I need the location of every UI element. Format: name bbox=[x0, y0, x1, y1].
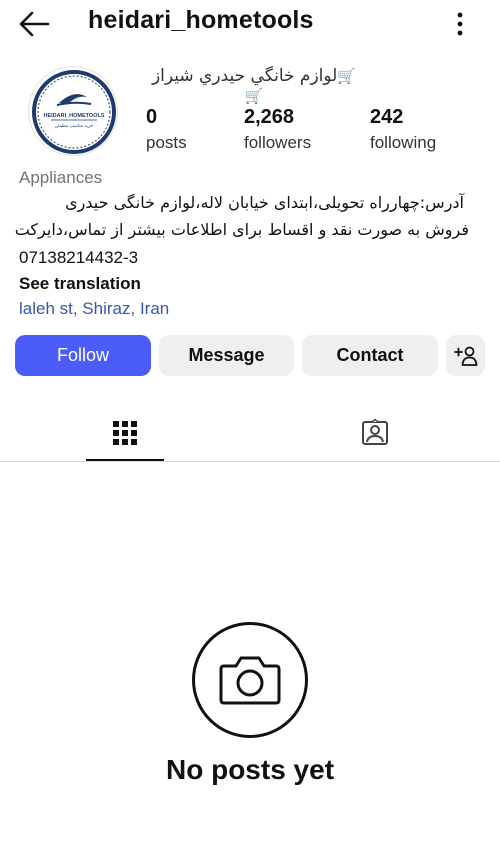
profile-category: Appliances bbox=[19, 168, 103, 187]
tab-posts-grid[interactable] bbox=[86, 408, 164, 461]
add-person-icon bbox=[453, 346, 477, 366]
logo-text: HEIDARI_HOMETOOLS bbox=[43, 113, 104, 119]
vertical-dots-icon[interactable] bbox=[450, 10, 470, 38]
display-name-text: لوازم خانگي حيدري شيراز bbox=[151, 66, 338, 86]
posts-count: 0 bbox=[146, 106, 158, 128]
bio-line: آدرس:چهارراه تحویلی،ابتدای خیابان لاله،ل… bbox=[65, 193, 464, 212]
profile-avatar[interactable]: HEIDARI_HOMETOOLS خرید مناسب مطمئن bbox=[28, 66, 118, 156]
following-label: following bbox=[370, 133, 437, 152]
brand-logo: HEIDARI_HOMETOOLS خرید مناسب مطمئن bbox=[32, 70, 116, 154]
stat-following[interactable]: 242 following bbox=[370, 106, 436, 153]
empty-state-text: No posts yet bbox=[165, 754, 335, 785]
profile-username: heidari_hometools bbox=[88, 6, 314, 34]
add-user-button[interactable] bbox=[446, 335, 485, 376]
grid-icon bbox=[113, 421, 137, 445]
cart-emoji: 🛒 bbox=[244, 87, 264, 105]
top-bar: heidari_hometools bbox=[0, 0, 500, 48]
see-translation-link[interactable]: See translation bbox=[19, 274, 141, 294]
posts-label: posts bbox=[146, 133, 187, 152]
contact-button[interactable]: Contact bbox=[302, 335, 438, 376]
logo-subtext: خرید مناسب مطمئن bbox=[55, 124, 94, 129]
followers-count: 2,268 bbox=[244, 106, 295, 128]
cart-emoji: 🛒 bbox=[337, 67, 357, 85]
bio-line: فروش به صورت نقد و اقساط برای اطلاعات بی… bbox=[14, 220, 469, 239]
followers-label: followers bbox=[244, 133, 312, 152]
arrow-left-icon[interactable] bbox=[18, 10, 50, 38]
tab-tagged[interactable] bbox=[336, 408, 414, 461]
location-link[interactable]: laleh st, Shiraz, Iran bbox=[19, 299, 169, 319]
tagged-person-icon bbox=[362, 419, 388, 445]
following-count: 242 bbox=[370, 106, 404, 128]
stat-posts: 0 posts bbox=[146, 106, 187, 153]
camera-icon bbox=[219, 656, 281, 705]
display-name: 🛒لوازم خانگي حيدري شيراز🛒 bbox=[144, 66, 364, 106]
empty-state-circle bbox=[192, 622, 308, 738]
follow-button[interactable]: Follow bbox=[15, 335, 151, 376]
stat-followers[interactable]: 2,268 followers bbox=[244, 106, 311, 153]
bio-phone: 07138214432-3 bbox=[19, 248, 139, 267]
profile-tabs bbox=[0, 408, 500, 462]
message-button[interactable]: Message bbox=[159, 335, 294, 376]
